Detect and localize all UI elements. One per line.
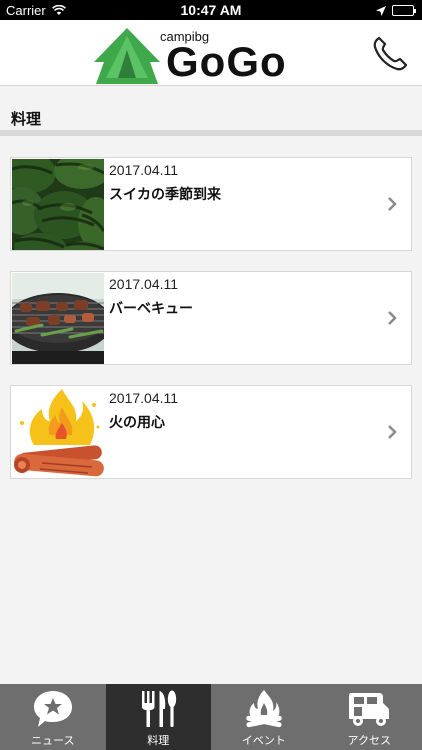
tab-bar: ニュース 料理 イベント アクセス <box>0 684 422 750</box>
speech-bubble-star-icon <box>32 688 74 730</box>
battery-icon <box>392 5 416 16</box>
article-title: スイカの季節到来 <box>109 187 221 203</box>
article-card[interactable]: 2017.04.11 バーベキュー <box>10 271 412 365</box>
tab-events[interactable]: イベント <box>211 684 317 750</box>
tab-news[interactable]: ニュース <box>0 684 106 750</box>
campfire-illustration <box>12 387 104 478</box>
tab-label: イベント <box>241 734 286 747</box>
section-divider <box>0 130 422 136</box>
tab-label: ニュース <box>31 734 75 747</box>
camper-van-icon <box>347 688 391 730</box>
tab-cooking[interactable]: 料理 <box>105 684 211 750</box>
chevron-right-icon <box>387 310 397 329</box>
tab-label: アクセス <box>347 734 391 747</box>
chevron-right-icon <box>387 424 397 443</box>
tab-label: 料理 <box>147 734 170 747</box>
article-card[interactable]: 2017.04.11 火の用心 <box>10 385 412 479</box>
logo-title: GoGo <box>166 38 287 85</box>
fork-knife-icon <box>138 688 178 730</box>
status-bar: Carrier 10:47 AM <box>0 0 422 20</box>
location-arrow-icon <box>376 4 386 19</box>
article-date: 2017.04.11 <box>109 276 179 292</box>
app-header: campibg GoGo <box>0 20 422 86</box>
watermelons-photo <box>12 159 104 250</box>
article-card[interactable]: 2017.04.11 スイカの季節到来 <box>10 157 412 251</box>
phone-icon[interactable] <box>370 34 410 74</box>
tent-logo-icon <box>94 28 160 88</box>
article-date: 2017.04.11 <box>109 390 179 406</box>
article-title: バーベキュー <box>109 301 193 317</box>
campfire-icon <box>243 688 285 730</box>
article-date: 2017.04.11 <box>109 162 179 178</box>
clock: 10:47 AM <box>180 2 242 18</box>
tab-access[interactable]: アクセス <box>317 684 422 750</box>
chevron-right-icon <box>387 196 397 215</box>
section-title: 料理 <box>11 110 42 128</box>
article-title: 火の用心 <box>109 415 165 431</box>
barbecue-grill-photo <box>12 273 104 364</box>
